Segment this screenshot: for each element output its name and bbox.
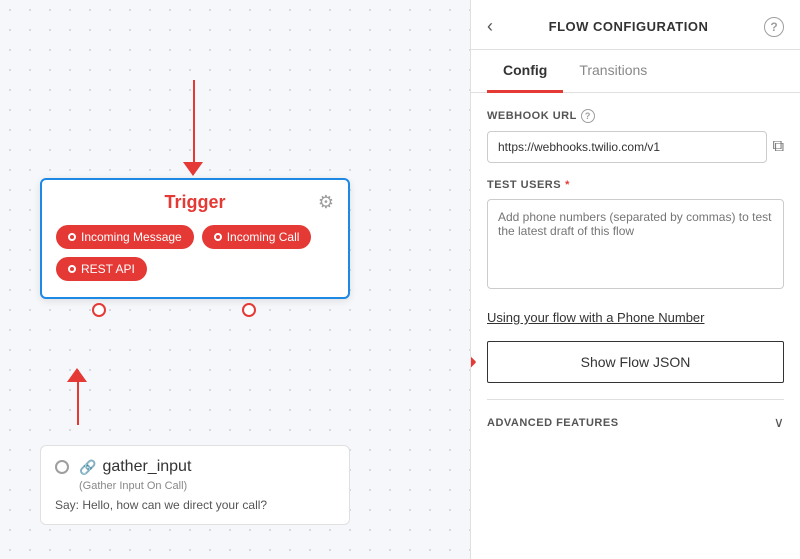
red-arrow-icon: ➜ — [471, 349, 477, 375]
trigger-buttons: Incoming Message Incoming Call REST API — [56, 225, 334, 281]
arrow-line-1 — [193, 80, 195, 170]
gather-dot — [55, 460, 69, 474]
gear-icon[interactable]: ⚙ — [318, 192, 334, 213]
gather-description: Say: Hello, how can we direct your call? — [55, 498, 335, 512]
test-users-label: TEST USERS * — [487, 179, 784, 191]
chevron-down-icon[interactable]: ∨ — [774, 414, 784, 431]
help-button[interactable]: ? — [764, 17, 784, 37]
show-json-button[interactable]: Show Flow JSON — [487, 341, 784, 383]
panel-content: WEBHOOK URL ? ⧉ TEST USERS * Using your … — [471, 93, 800, 559]
advanced-label: ADVANCED FEATURES — [487, 417, 619, 429]
arrow-head-1 — [183, 162, 203, 176]
trigger-header: Trigger ⚙ — [56, 192, 334, 213]
trigger-node: Trigger ⚙ Incoming Message Incoming Call… — [40, 178, 350, 299]
advanced-section: ADVANCED FEATURES ∨ — [487, 399, 784, 431]
rest-api-btn[interactable]: REST API — [56, 257, 147, 281]
panel-tabs: Config Transitions — [471, 50, 800, 93]
copy-icon[interactable]: ⧉ — [773, 138, 784, 156]
incoming-call-label: Incoming Call — [227, 230, 300, 244]
canvas-area: Trigger ⚙ Incoming Message Incoming Call… — [0, 0, 470, 559]
tab-config[interactable]: Config — [487, 50, 563, 93]
incoming-call-btn[interactable]: Incoming Call — [202, 225, 312, 249]
incoming-message-btn[interactable]: Incoming Message — [56, 225, 194, 249]
incoming-message-label: Incoming Message — [81, 230, 182, 244]
webhook-url-input[interactable] — [487, 131, 767, 163]
dot-icon-2 — [214, 233, 222, 241]
test-users-textarea[interactable] — [487, 199, 784, 289]
show-json-container: ➜ Show Flow JSON — [487, 341, 784, 383]
right-panel: ‹ FLOW CONFIGURATION ? Config Transition… — [470, 0, 800, 559]
link-icon: 🔗 — [79, 459, 96, 476]
dot-icon-3 — [68, 265, 76, 273]
dot-icon — [68, 233, 76, 241]
rest-api-label: REST API — [81, 262, 135, 276]
gather-title: 🔗 gather_input — [79, 458, 191, 476]
webhook-url-label: WEBHOOK URL ? — [487, 109, 784, 123]
conn-dot-left[interactable] — [92, 303, 106, 317]
phone-number-link[interactable]: Using your flow with a Phone Number — [487, 310, 784, 325]
webhook-help-icon[interactable]: ? — [581, 109, 595, 123]
conn-dot-right[interactable] — [242, 303, 256, 317]
panel-header: ‹ FLOW CONFIGURATION ? — [471, 0, 800, 50]
back-button[interactable]: ‹ — [487, 16, 493, 37]
gather-node: 🔗 gather_input (Gather Input On Call) Sa… — [40, 445, 350, 525]
gather-header: 🔗 gather_input — [55, 458, 335, 476]
tab-transitions[interactable]: Transitions — [563, 50, 663, 93]
required-indicator: * — [565, 179, 570, 191]
arrow-head-2 — [67, 368, 87, 382]
gather-subtitle: (Gather Input On Call) — [79, 480, 335, 492]
webhook-url-row: ⧉ — [487, 131, 784, 163]
trigger-title: Trigger — [164, 192, 225, 213]
panel-title: FLOW CONFIGURATION — [549, 19, 709, 34]
